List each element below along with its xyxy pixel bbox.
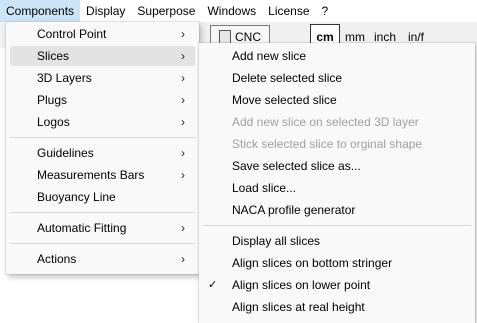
menu-item-actions[interactable]: Actions › [10, 249, 195, 269]
menu-item-label: Logos [37, 115, 70, 129]
chevron-right-icon: › [181, 252, 185, 266]
menu-item-buoyancy-line[interactable]: Buoyancy Line [10, 187, 195, 207]
menu-item-load-slice[interactable]: Load slice... [203, 178, 471, 198]
components-menu: Control Point › Slices › 3D Layers › Plu… [6, 22, 199, 274]
menu-item-label: Load slice... [232, 181, 297, 195]
menu-item-label: Automatic Fitting [37, 221, 127, 235]
menu-license[interactable]: License [262, 0, 315, 22]
chevron-right-icon: › [181, 93, 185, 107]
menu-item-measurements-bars[interactable]: Measurements Bars › [10, 165, 195, 185]
menu-item-label: Control Point [37, 27, 107, 41]
menu-separator [10, 243, 195, 244]
menu-item-label: Actions [37, 252, 77, 266]
menu-item-display-all-slices[interactable]: Display all slices [203, 231, 471, 251]
menu-item-save-selected-slice[interactable]: Save selected slice as... [203, 156, 471, 176]
menu-item-add-new-slice[interactable]: Add new slice [203, 46, 471, 66]
slices-submenu: Add new slice Delete selected slice Move… [199, 43, 475, 323]
menu-superpose[interactable]: Superpose [131, 0, 201, 22]
menu-item-slices[interactable]: Slices › [10, 46, 195, 66]
menu-item-add-slice-on-3d-layer: Add new slice on selected 3D layer [203, 112, 471, 132]
menu-item-label: NACA profile generator [232, 203, 356, 217]
chevron-right-icon: › [181, 146, 185, 160]
menu-item-naca-profile-generator[interactable]: NACA profile generator [203, 200, 471, 220]
menu-item-label: Add new slice [232, 49, 307, 63]
menu-item-label: 3D Layers [37, 71, 92, 85]
menu-item-plugs[interactable]: Plugs › [10, 90, 195, 110]
menu-item-control-point[interactable]: Control Point › [10, 24, 195, 44]
menu-windows[interactable]: Windows [201, 0, 262, 22]
menu-display[interactable]: Display [80, 0, 131, 22]
menu-item-label: Delete selected slice [232, 71, 343, 85]
menu-item-automatic-fitting[interactable]: Automatic Fitting › [10, 218, 195, 238]
menu-item-label: Plugs [37, 93, 68, 107]
unit-inf-button[interactable]: in/f [408, 30, 424, 44]
chevron-right-icon: › [181, 221, 185, 235]
menu-item-label: Stick selected slice to orginal shape [232, 137, 423, 151]
menu-item-guidelines[interactable]: Guidelines › [10, 143, 195, 163]
menu-item-label: Slices [37, 49, 70, 63]
cnc-label: CNC [235, 30, 261, 44]
menu-item-label: Guidelines [37, 146, 94, 160]
chevron-right-icon: › [181, 168, 185, 182]
menu-item-move-selected-slice[interactable]: Move selected slice [203, 90, 471, 110]
menu-separator [10, 212, 195, 213]
menu-item-label: Align slices at real height [232, 300, 365, 314]
menu-item-label: Save selected slice as... [232, 159, 361, 173]
chevron-right-icon: › [181, 49, 185, 63]
menu-item-delete-selected-slice[interactable]: Delete selected slice [203, 68, 471, 88]
menu-item-label: Display all slices [232, 234, 321, 248]
menu-separator [203, 225, 471, 226]
unit-inch-button[interactable]: inch [374, 30, 396, 44]
menu-item-label: Buoyancy Line [37, 190, 116, 204]
menu-item-logos[interactable]: Logos › [10, 112, 195, 132]
menu-item-align-lower-point[interactable]: ✓ Align slices on lower point [203, 275, 471, 295]
chevron-right-icon: › [181, 115, 185, 129]
menu-item-label: Add new slice on selected 3D layer [232, 115, 419, 129]
cnc-icon [219, 30, 231, 44]
menu-item-align-bottom-stringer[interactable]: Align slices on bottom stringer [203, 253, 471, 273]
unit-mm-button[interactable]: mm [345, 30, 365, 44]
menu-item-label: Align slices on bottom stringer [232, 256, 393, 270]
menu-help[interactable]: ? [316, 0, 335, 22]
menu-bar: Components Display Superpose Windows Lic… [0, 0, 477, 22]
menu-item-label: Measurements Bars [37, 168, 145, 182]
menu-separator [10, 137, 195, 138]
chevron-right-icon: › [181, 71, 185, 85]
menu-item-align-real-height[interactable]: Align slices at real height [203, 297, 471, 317]
menu-item-label: Move selected slice [232, 93, 337, 107]
menu-item-label: Align slices on lower point [232, 278, 371, 292]
menu-components[interactable]: Components [0, 0, 81, 22]
menu-item-3d-layers[interactable]: 3D Layers › [10, 68, 195, 88]
chevron-right-icon: › [181, 27, 185, 41]
checkmark-icon: ✓ [208, 279, 218, 291]
menu-item-stick-slice-to-original: Stick selected slice to orginal shape [203, 134, 471, 154]
